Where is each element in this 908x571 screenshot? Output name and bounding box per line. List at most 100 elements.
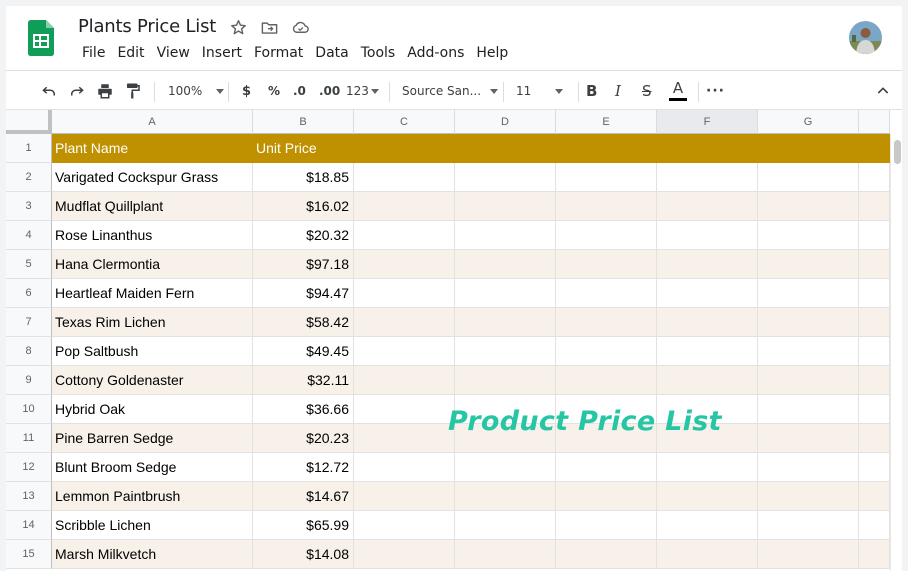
row-header[interactable]: 5	[6, 250, 52, 279]
cell-empty[interactable]	[556, 279, 657, 308]
cell-empty[interactable]	[556, 163, 657, 192]
cell-empty[interactable]	[556, 482, 657, 511]
row-header[interactable]: 4	[6, 221, 52, 250]
paint-format-button[interactable]	[125, 71, 141, 111]
collapse-toolbar-button[interactable]	[875, 71, 891, 111]
row-header[interactable]: 9	[6, 366, 52, 395]
cell-empty[interactable]	[657, 308, 758, 337]
menu-edit[interactable]: Edit	[111, 45, 150, 61]
cell-plant-name[interactable]: Lemmon Paintbrush	[52, 482, 253, 511]
cell-empty[interactable]	[758, 482, 859, 511]
cell-empty[interactable]	[556, 540, 657, 569]
italic-button[interactable]: I	[615, 71, 621, 111]
row-header[interactable]: 15	[6, 540, 52, 569]
row-header[interactable]: 8	[6, 337, 52, 366]
zoom-select[interactable]: 100%	[168, 71, 225, 111]
cell-empty[interactable]	[556, 453, 657, 482]
cell-empty[interactable]	[859, 163, 890, 192]
cell-empty[interactable]	[455, 163, 556, 192]
cell-empty[interactable]	[859, 337, 890, 366]
cell-unit-price[interactable]: $14.08	[253, 540, 354, 569]
cell-empty[interactable]	[354, 511, 455, 540]
cell-empty[interactable]	[657, 482, 758, 511]
header-cell-empty[interactable]	[556, 134, 657, 163]
cell-empty[interactable]	[657, 337, 758, 366]
cell-empty[interactable]	[859, 482, 890, 511]
cell-empty[interactable]	[657, 511, 758, 540]
menu-file[interactable]: File	[76, 45, 111, 61]
cell-empty[interactable]	[354, 337, 455, 366]
cell-empty[interactable]	[657, 192, 758, 221]
cell-plant-name[interactable]: Blunt Broom Sedge	[52, 453, 253, 482]
increase-decimal-button[interactable]: .00	[319, 71, 340, 111]
cell-plant-name[interactable]: Scribble Lichen	[52, 511, 253, 540]
cell-empty[interactable]	[455, 279, 556, 308]
row-header[interactable]: 10	[6, 395, 52, 424]
row-header[interactable]: 14	[6, 511, 52, 540]
cell-empty[interactable]	[758, 221, 859, 250]
cell-empty[interactable]	[556, 221, 657, 250]
cell-empty[interactable]	[657, 453, 758, 482]
cell-empty[interactable]	[657, 540, 758, 569]
cell-empty[interactable]	[758, 250, 859, 279]
cell-plant-name[interactable]: Heartleaf Maiden Fern	[52, 279, 253, 308]
bold-button[interactable]: B	[586, 71, 597, 111]
cell-unit-price[interactable]: $18.85	[253, 163, 354, 192]
row-header[interactable]: 1	[6, 134, 52, 163]
cell-empty[interactable]	[354, 540, 455, 569]
print-button[interactable]	[96, 71, 114, 111]
row-header[interactable]: 13	[6, 482, 52, 511]
cell-unit-price[interactable]: $16.02	[253, 192, 354, 221]
text-color-button[interactable]: A	[669, 71, 687, 111]
cell-empty[interactable]	[859, 221, 890, 250]
menu-insert[interactable]: Insert	[196, 45, 248, 61]
row-header[interactable]: 12	[6, 453, 52, 482]
cell-empty[interactable]	[758, 540, 859, 569]
cell-empty[interactable]	[556, 337, 657, 366]
cell-empty[interactable]	[859, 308, 890, 337]
cell-empty[interactable]	[455, 482, 556, 511]
cell-empty[interactable]	[354, 366, 455, 395]
cell-empty[interactable]	[354, 482, 455, 511]
row-header[interactable]: 6	[6, 279, 52, 308]
redo-button[interactable]	[68, 71, 86, 111]
header-cell-empty[interactable]	[657, 134, 758, 163]
cell-unit-price[interactable]: $14.67	[253, 482, 354, 511]
cell-plant-name[interactable]: Pine Barren Sedge	[52, 424, 253, 453]
cell-plant-name[interactable]: Cottony Goldenaster	[52, 366, 253, 395]
row-header[interactable]: 7	[6, 308, 52, 337]
cell-empty[interactable]	[758, 424, 859, 453]
star-icon[interactable]	[229, 18, 248, 37]
header-cell-empty[interactable]	[354, 134, 455, 163]
cell-empty[interactable]	[758, 337, 859, 366]
more-formats-button[interactable]: 123	[346, 71, 379, 111]
cell-empty[interactable]	[859, 366, 890, 395]
cell-empty[interactable]	[354, 163, 455, 192]
menu-data[interactable]: Data	[309, 45, 354, 61]
format-currency-button[interactable]: $	[242, 71, 251, 111]
row-header[interactable]: 3	[6, 192, 52, 221]
cell-unit-price[interactable]: $49.45	[253, 337, 354, 366]
cell-empty[interactable]	[455, 308, 556, 337]
cell-empty[interactable]	[354, 279, 455, 308]
cell-empty[interactable]	[657, 279, 758, 308]
cloud-status-icon[interactable]	[291, 18, 310, 37]
row-header[interactable]: 11	[6, 424, 52, 453]
cell-unit-price[interactable]: $65.99	[253, 511, 354, 540]
column-header-g[interactable]: G	[758, 110, 859, 134]
column-header-c[interactable]: C	[354, 110, 455, 134]
cell-plant-name[interactable]: Pop Saltbush	[52, 337, 253, 366]
cell-plant-name[interactable]: Texas Rim Lichen	[52, 308, 253, 337]
cell-empty[interactable]	[354, 308, 455, 337]
cell-empty[interactable]	[354, 395, 455, 424]
font-size-select[interactable]: 11	[516, 71, 564, 111]
cell-empty[interactable]	[657, 163, 758, 192]
cell-empty[interactable]	[859, 453, 890, 482]
cell-unit-price[interactable]: $12.72	[253, 453, 354, 482]
cell-plant-name[interactable]: Marsh Milkvetch	[52, 540, 253, 569]
column-header-a[interactable]: A	[52, 110, 253, 134]
user-avatar[interactable]	[849, 21, 882, 54]
header-cell-empty[interactable]	[758, 134, 859, 163]
select-all-corner[interactable]	[6, 110, 52, 134]
header-cell-plant-name[interactable]: Plant Name	[52, 134, 253, 163]
